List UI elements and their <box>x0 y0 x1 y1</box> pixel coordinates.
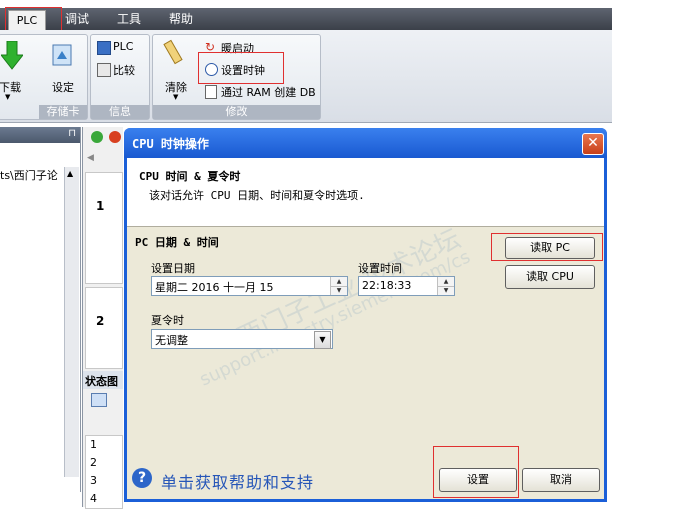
project-tree-pane: ⊓ ts\西门子论 ▲ <box>0 127 81 492</box>
date-label: 设置日期 <box>151 262 195 275</box>
group-label-modify: 修改 <box>153 105 320 119</box>
network-2: 2 <box>85 287 123 369</box>
create-db-icon <box>205 85 217 99</box>
compare-icon <box>97 63 111 77</box>
plc-info-button[interactable]: PLC <box>113 40 133 53</box>
dialog-client: CPU 时间 & 夏令时 该对话允许 CPU 日期、时间和夏令时选项. 西门子工… <box>127 158 604 499</box>
time-label: 设置时间 <box>358 262 402 275</box>
date-picker[interactable]: 星期二 2016 十一月 15 ▲ ▼ <box>151 276 348 296</box>
create-db-button[interactable]: 通过 RAM 创建 DB <box>221 84 316 100</box>
ribbon-group-memory-card: 下载 ▼ 设定 存储卡 <box>0 34 88 120</box>
setup-button[interactable]: 设定 <box>52 79 74 95</box>
status-chart-table: 1 2 3 4 <box>85 435 123 509</box>
header-title: CPU 时间 & 夏令时 <box>139 170 241 183</box>
dst-label: 夏令时 <box>151 314 184 327</box>
pane-title-bar: ⊓ <box>0 127 80 143</box>
cpu-clock-dialog: CPU 时钟操作 ✕ CPU 时间 & 夏令时 该对话允许 CPU 日期、时间和… <box>124 128 607 502</box>
status-row-number: 1 <box>90 438 97 451</box>
cancel-button[interactable]: 取消 <box>522 468 600 492</box>
menu-tab-tools[interactable]: 工具 <box>108 8 150 30</box>
table-icon[interactable] <box>91 393 107 407</box>
time-down-icon[interactable]: ▼ <box>438 286 454 295</box>
pin-icon[interactable]: ⊓ <box>68 128 76 139</box>
highlight-set-button <box>433 446 519 498</box>
date-value: 星期二 2016 十一月 15 <box>155 281 274 294</box>
compare-button[interactable]: 比较 <box>113 62 135 78</box>
date-down-icon[interactable]: ▼ <box>331 286 347 295</box>
menu-tab-debug[interactable]: 调试 <box>56 8 98 30</box>
dialog-header: CPU 时间 & 夏令时 该对话允许 CPU 日期、时间和夏令时选项. <box>127 158 604 227</box>
dst-value: 无调整 <box>155 334 188 347</box>
highlight-read-pc <box>491 233 603 261</box>
time-value: 22:18:33 <box>362 279 412 292</box>
time-spinner[interactable]: ▲ ▼ <box>437 277 454 295</box>
clear-dropdown-icon[interactable]: ▼ <box>173 93 178 101</box>
download-dropdown-icon[interactable]: ▼ <box>5 93 10 101</box>
plc-info-icon <box>97 41 111 55</box>
highlight-set-clock <box>198 52 284 84</box>
help-icon[interactable]: ? <box>132 468 152 488</box>
stop-icon[interactable] <box>109 131 121 143</box>
ribbon: 下载 ▼ 设定 存储卡 PLC 比较 信息 清除 ▼ ↻ 暖启动 设置时钟 通过… <box>0 30 612 123</box>
status-row-number: 2 <box>90 456 97 469</box>
network-2-number: 2 <box>96 314 105 328</box>
tree-scrollbar[interactable]: ▲ <box>64 167 79 477</box>
nav-left-icon[interactable]: ◀ <box>87 153 94 163</box>
download-button-label[interactable]: 下载 <box>0 79 21 95</box>
editor-strip: ◀ 1 2 状态图 1 2 3 4 <box>82 127 123 509</box>
network-1: 1 <box>85 172 123 284</box>
date-spinner[interactable]: ▲ ▼ <box>330 277 347 295</box>
download-arrow-icon <box>1 41 23 70</box>
read-cpu-button[interactable]: 读取 CPU <box>505 265 595 289</box>
dialog-close-button[interactable]: ✕ <box>582 133 604 155</box>
status-row-number: 3 <box>90 474 97 487</box>
group-label-info: 信息 <box>91 105 149 119</box>
dialog-title: CPU 时钟操作 <box>132 137 209 151</box>
group-label-memory-card: 存储卡 <box>39 105 87 119</box>
setup-card-icon <box>52 44 72 66</box>
time-picker[interactable]: 22:18:33 ▲ ▼ <box>358 276 455 296</box>
dialog-title-bar[interactable]: CPU 时钟操作 ✕ <box>124 128 607 158</box>
ribbon-group-info: PLC 比较 信息 <box>90 34 150 120</box>
status-chart-title: 状态图 <box>85 375 118 388</box>
help-link[interactable]: 单击获取帮助和支持 <box>161 469 314 493</box>
tree-item[interactable]: ts\西门子论 <box>0 167 58 183</box>
scroll-up-icon[interactable]: ▲ <box>67 169 73 178</box>
chevron-down-icon[interactable]: ▼ <box>314 331 331 349</box>
header-description: 该对话允许 CPU 日期、时间和夏令时选项. <box>149 189 365 202</box>
eraser-icon <box>163 39 183 65</box>
menu-tab-help[interactable]: 帮助 <box>160 8 202 30</box>
run-icon[interactable] <box>91 131 103 143</box>
menu-bar: 调试 工具 帮助 <box>0 8 612 30</box>
dst-select[interactable]: 无调整 ▼ <box>151 329 333 349</box>
status-chart-title-bar: 状态图 <box>83 371 123 389</box>
status-row-number: 4 <box>90 492 97 505</box>
network-1-number: 1 <box>96 199 105 213</box>
section-title: PC 日期 & 时间 <box>135 236 219 249</box>
